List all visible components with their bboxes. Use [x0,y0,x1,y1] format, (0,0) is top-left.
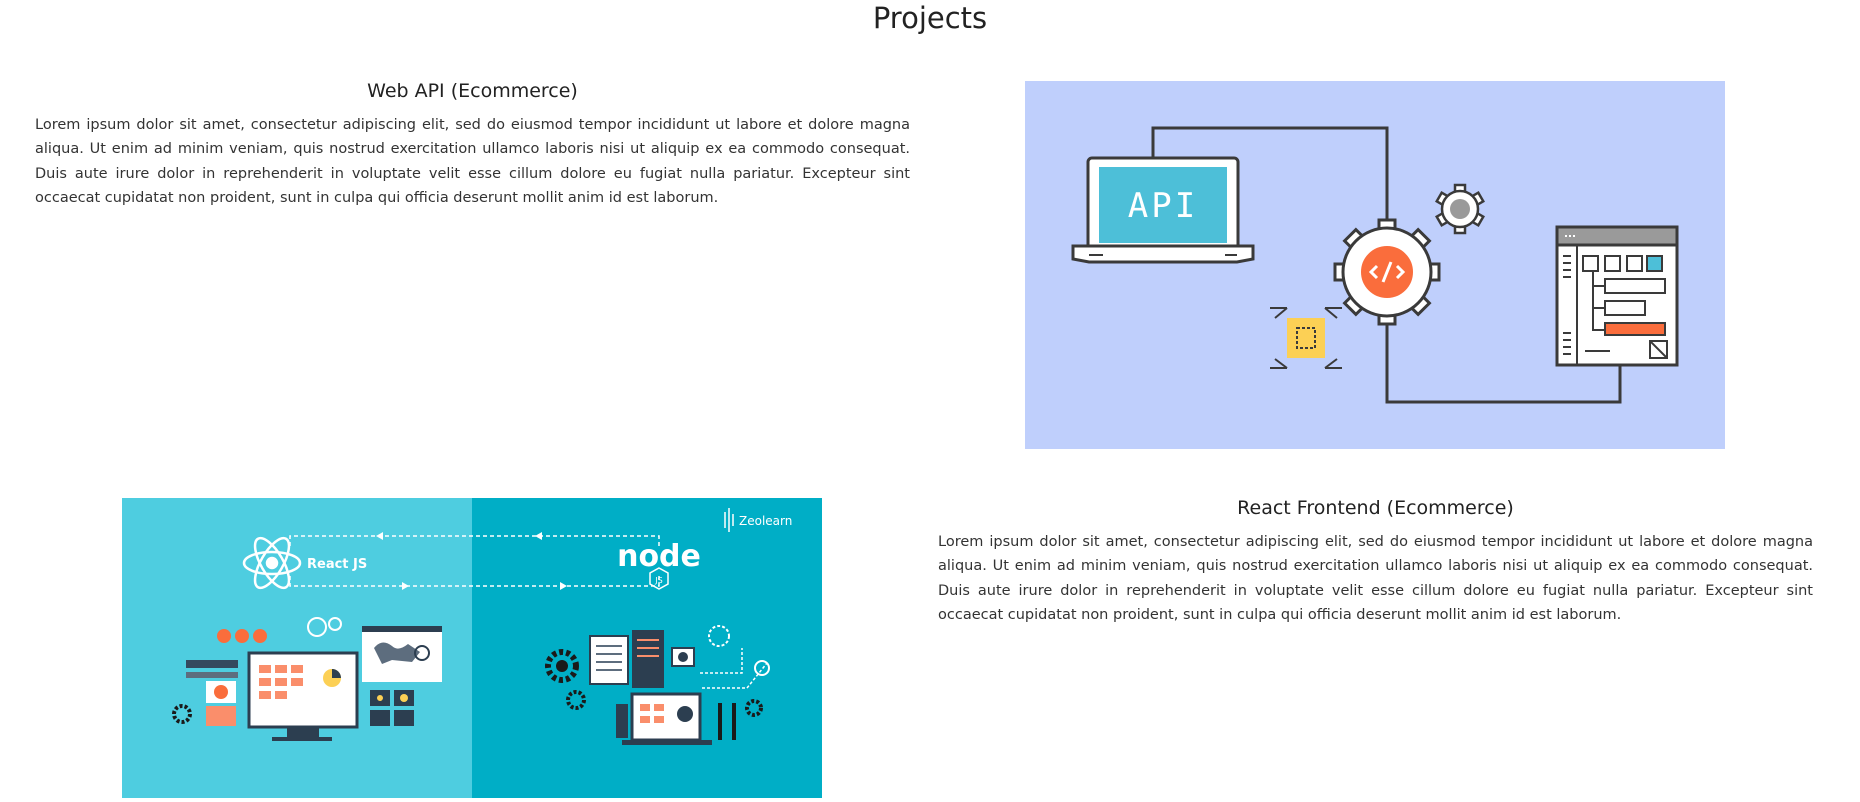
browser-window-icon [1555,225,1679,367]
project-title: Web API (Ecommerce) [367,80,578,102]
project-description: Lorem ipsum dolor sit amet, consectetur … [938,534,1813,623]
svg-text:Zeolearn: Zeolearn [739,514,792,528]
laptop-icon: API [1071,156,1255,264]
react-js-label: React JS [307,557,367,572]
project-title: React Frontend (Ecommerce) [1237,497,1514,519]
project-image-react-node: React JS node JS Zeolearn [122,498,822,798]
project-description: Lorem ipsum dolor sit amet, consectetur … [35,117,910,206]
project-image-api: API [1025,81,1725,449]
page-title: Projects [872,1,988,35]
api-label: API [1128,186,1198,226]
svg-text:JS: JS [654,576,662,585]
code-gear-icon [1333,218,1441,326]
